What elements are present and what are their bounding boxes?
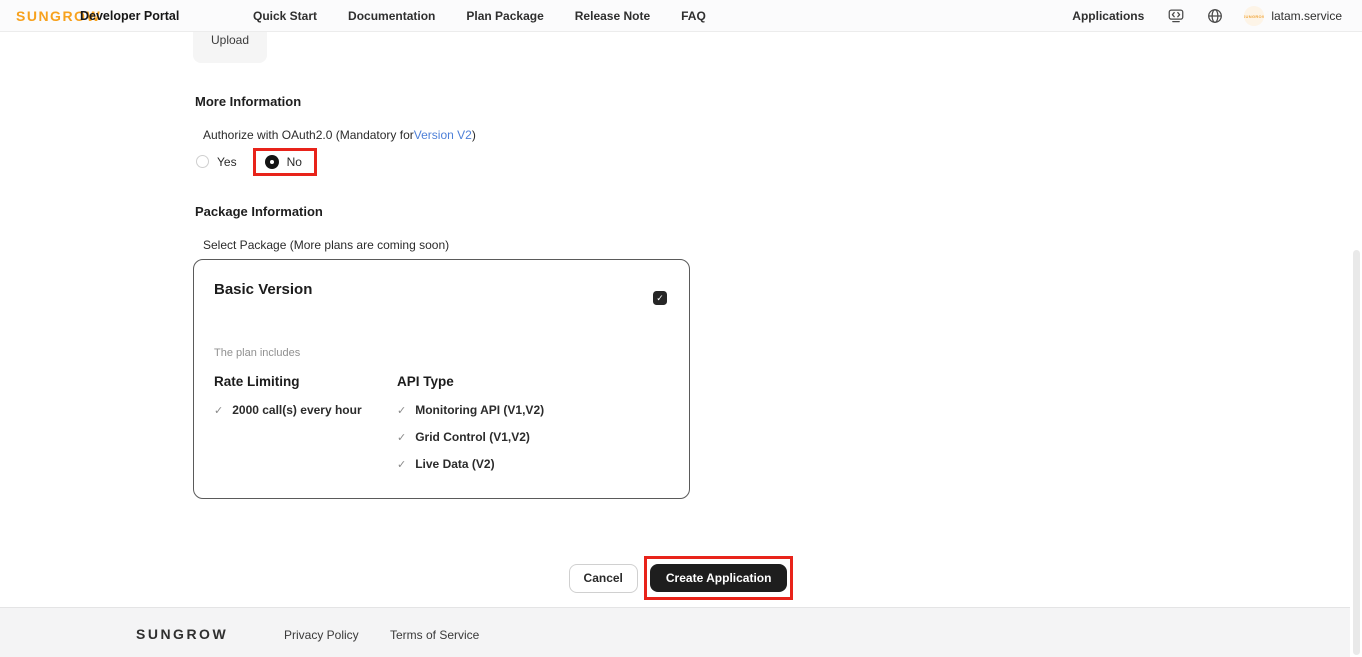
column-header-api-type: API Type (397, 374, 454, 389)
plan-item-rate-limit: ✓ 2000 call(s) every hour (214, 403, 362, 417)
username-label: latam.service (1271, 9, 1342, 23)
select-package-label: Select Package (More plans are coming so… (203, 238, 449, 252)
upload-label: Upload (211, 33, 249, 47)
privacy-policy-link[interactable]: Privacy Policy (284, 628, 359, 642)
nav-link-applications[interactable]: Applications (1072, 9, 1144, 23)
create-application-button[interactable]: Create Application (650, 564, 788, 592)
plan-item-label: Grid Control (V1,V2) (415, 430, 530, 444)
plan-item-live-data: ✓ Live Data (V2) (397, 457, 495, 471)
nav-link-plan-package[interactable]: Plan Package (466, 9, 543, 23)
nav-link-documentation[interactable]: Documentation (348, 9, 435, 23)
footer-sungrow-logo: SUNGROW (136, 626, 228, 642)
column-header-rate-limiting: Rate Limiting (214, 374, 300, 389)
annotation-box-no-radio: No (253, 148, 317, 176)
plan-item-label: 2000 call(s) every hour (232, 403, 361, 417)
plan-includes-label: The plan includes (214, 347, 300, 359)
form-actions: Cancel Create Application (0, 556, 1362, 600)
check-icon: ✓ (214, 404, 223, 417)
nav-link-faq[interactable]: FAQ (681, 9, 706, 23)
top-navbar: SUNGROW Developer Portal Quick Start Doc… (0, 0, 1362, 32)
oauth-question-label: Authorize with OAuth2.0 (Mandatory forVe… (203, 128, 476, 142)
plan-item-monitoring-api: ✓ Monitoring API (V1,V2) (397, 403, 544, 417)
package-card-basic-version[interactable]: Basic Version ✓ The plan includes Rate L… (193, 259, 690, 499)
plan-item-label: Live Data (V2) (415, 457, 494, 471)
package-title: Basic Version (214, 281, 312, 298)
footer: SUNGROW Privacy Policy Terms of Service (0, 607, 1362, 657)
nav-link-quick-start[interactable]: Quick Start (253, 9, 317, 23)
oauth-label-suffix: ) (472, 128, 476, 142)
page: SUNGROW Developer Portal Quick Start Doc… (0, 0, 1362, 657)
version-v2-link[interactable]: Version V2 (414, 128, 472, 142)
radio-no-circle[interactable] (265, 155, 279, 169)
scrollbar-track (1350, 248, 1362, 657)
portal-title: Developer Portal (80, 9, 179, 23)
section-heading-package-information: Package Information (195, 204, 323, 219)
console-icon[interactable] (1166, 6, 1186, 26)
terms-of-service-link[interactable]: Terms of Service (390, 628, 479, 642)
radio-no-label: No (287, 155, 302, 169)
annotation-box-create-button: Create Application (644, 556, 794, 600)
radio-yes-label: Yes (217, 155, 237, 169)
radio-yes-circle[interactable] (196, 155, 209, 168)
section-heading-more-information: More Information (195, 94, 301, 109)
check-icon: ✓ (397, 431, 406, 444)
oauth-label-prefix: Authorize with OAuth2.0 (Mandatory for (203, 128, 414, 142)
navbar-right: Applications SUNGROW latam.service (1072, 0, 1342, 32)
radio-yes[interactable]: Yes (196, 155, 237, 169)
radio-no[interactable]: No (265, 155, 302, 169)
plan-item-label: Monitoring API (V1,V2) (415, 403, 544, 417)
avatar[interactable]: SUNGROW (1244, 6, 1264, 26)
check-icon: ✓ (397, 404, 406, 417)
scrollbar-thumb[interactable] (1353, 250, 1360, 655)
oauth-radio-group: Yes No (196, 146, 317, 177)
globe-icon[interactable] (1205, 6, 1225, 26)
upload-button[interactable]: Upload (193, 32, 267, 63)
account-menu[interactable]: SUNGROW latam.service (1244, 6, 1342, 26)
plan-item-grid-control: ✓ Grid Control (V1,V2) (397, 430, 530, 444)
package-checkbox[interactable]: ✓ (653, 291, 667, 305)
main-nav: Quick Start Documentation Plan Package R… (253, 0, 706, 32)
cancel-button[interactable]: Cancel (569, 564, 638, 593)
check-icon: ✓ (397, 458, 406, 471)
nav-link-release-note[interactable]: Release Note (575, 9, 650, 23)
